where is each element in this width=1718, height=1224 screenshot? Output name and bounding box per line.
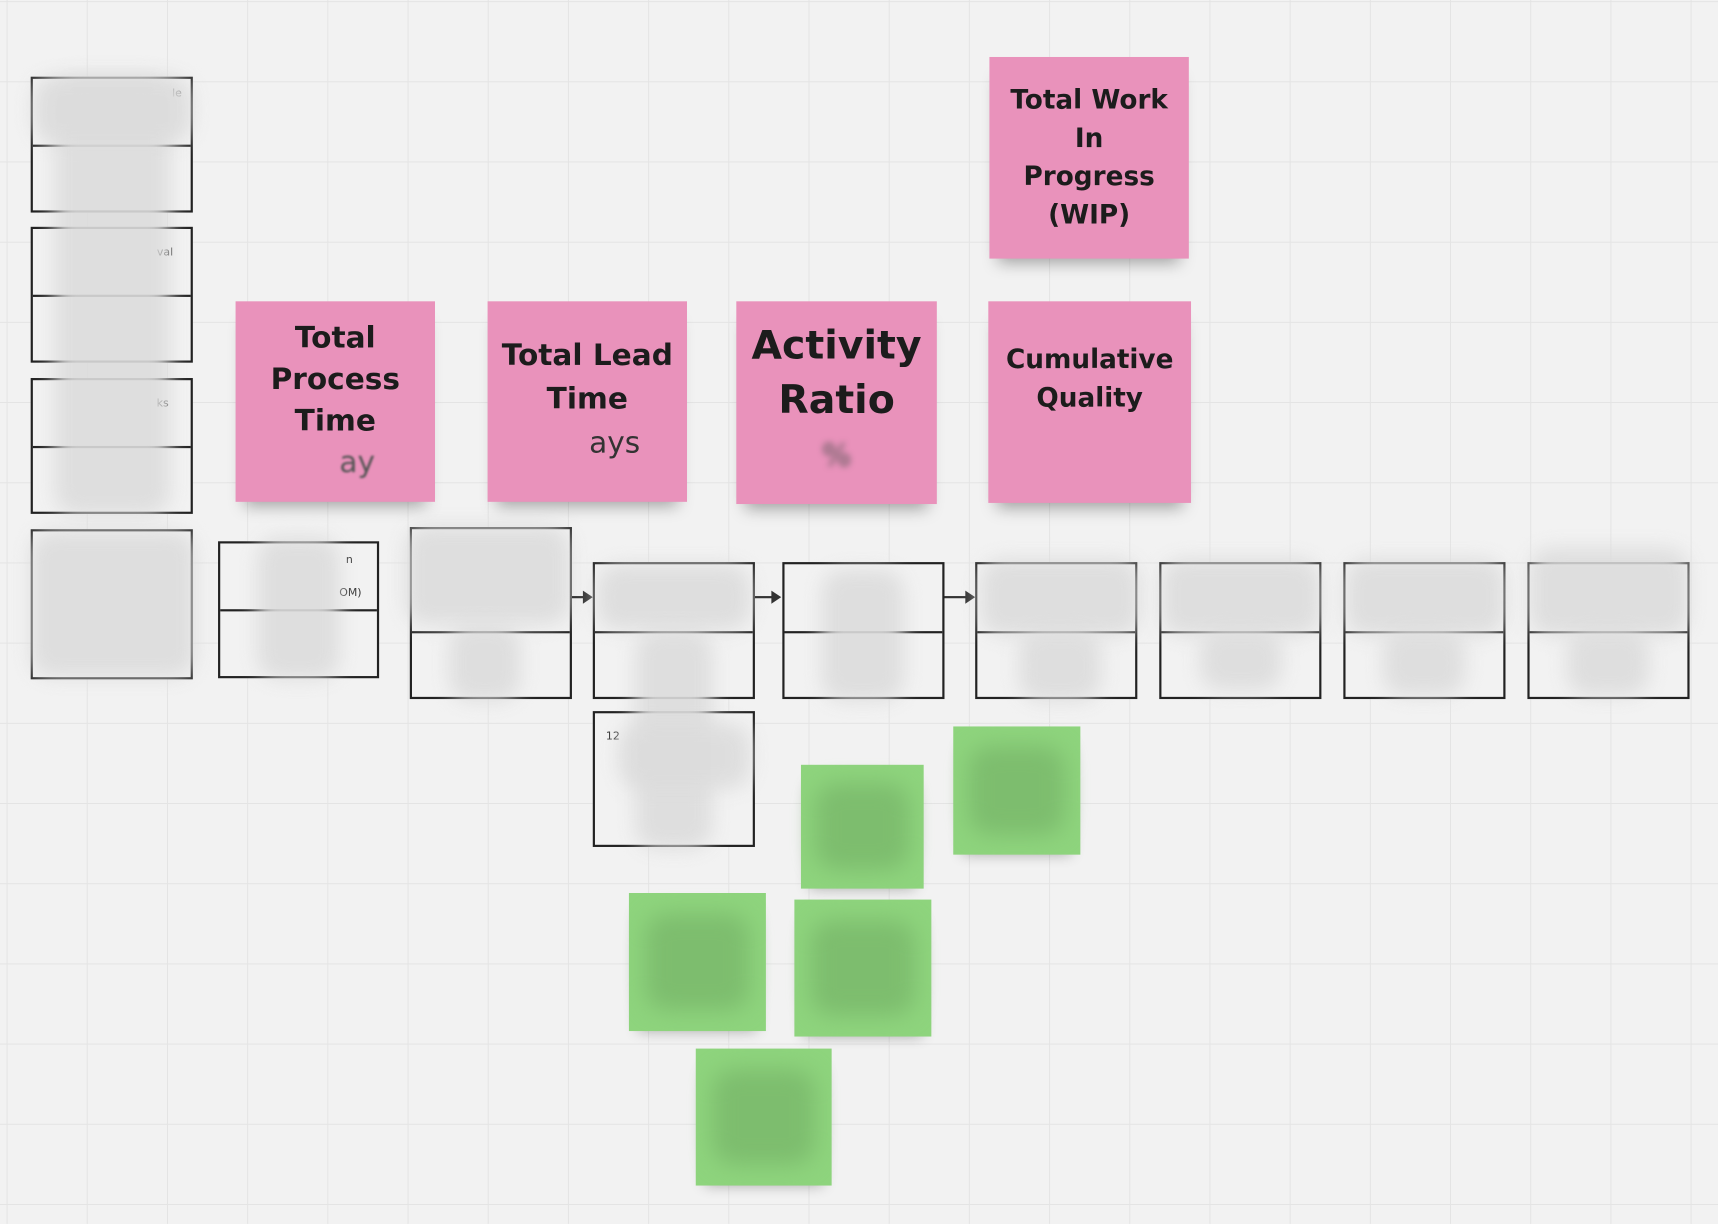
lead-time-value: ays (589, 426, 641, 461)
redacted-text (645, 913, 750, 1011)
redacted-area (1382, 630, 1465, 696)
redacted-text (712, 1069, 816, 1166)
redacted-area (597, 564, 751, 631)
redacted-area (30, 531, 196, 678)
wip-title: Total Work In Progress (WIP) (1010, 84, 1168, 231)
activity-ratio-title: Activity Ratio (751, 323, 922, 423)
idea-sticky[interactable] (628, 892, 766, 1032)
box-text: OM) (339, 587, 362, 600)
redacted-area (405, 525, 570, 625)
process-time-sticky[interactable]: Total Process Time ay (235, 301, 435, 502)
redacted-area (1161, 558, 1321, 636)
redacted-area (1345, 558, 1505, 636)
idea-sticky[interactable] (695, 1048, 832, 1186)
idea-sticky[interactable] (800, 764, 924, 889)
redacted-area (1566, 630, 1650, 696)
lead-time-title: Total Lead Time (501, 338, 673, 417)
whiteboard-canvas[interactable]: le val ks nOM) 12 Total Work In Progress… (0, 0, 1718, 1224)
idea-sticky[interactable] (953, 726, 1081, 855)
process-time-value: ay (339, 445, 376, 480)
redacted-area (1019, 630, 1102, 702)
flow-arrow (944, 590, 976, 604)
redacted-area (32, 76, 192, 143)
cumulative-quality-sticky[interactable]: Cumulative Quality (988, 301, 1192, 503)
wip-sticky[interactable]: Total Work In Progress (WIP) (989, 56, 1189, 259)
lead-time-sticky[interactable]: Total Lead Time ays (487, 301, 688, 502)
redacted-area (1199, 630, 1282, 691)
redacted-text (810, 920, 915, 1016)
flow-arrow (571, 590, 593, 604)
flow-arrow (754, 590, 782, 604)
redacted-area (980, 558, 1140, 636)
box-text: n (345, 554, 353, 567)
redacted-text (815, 783, 909, 871)
redacted-area (1529, 547, 1689, 636)
redacted-area (257, 536, 340, 680)
redacted-area (619, 723, 751, 789)
redacted-text (968, 745, 1066, 836)
activity-ratio-value: % (821, 437, 852, 474)
box-text: 12 (605, 730, 620, 743)
cumulative-quality-title: Cumulative Quality (1005, 344, 1174, 414)
redacted-area (821, 569, 904, 702)
idea-sticky[interactable] (794, 899, 932, 1037)
activity-ratio-sticky[interactable]: Activity Ratio % (736, 301, 937, 505)
redacted-area (449, 624, 521, 702)
process-time-title: Total Process Time (270, 321, 400, 439)
